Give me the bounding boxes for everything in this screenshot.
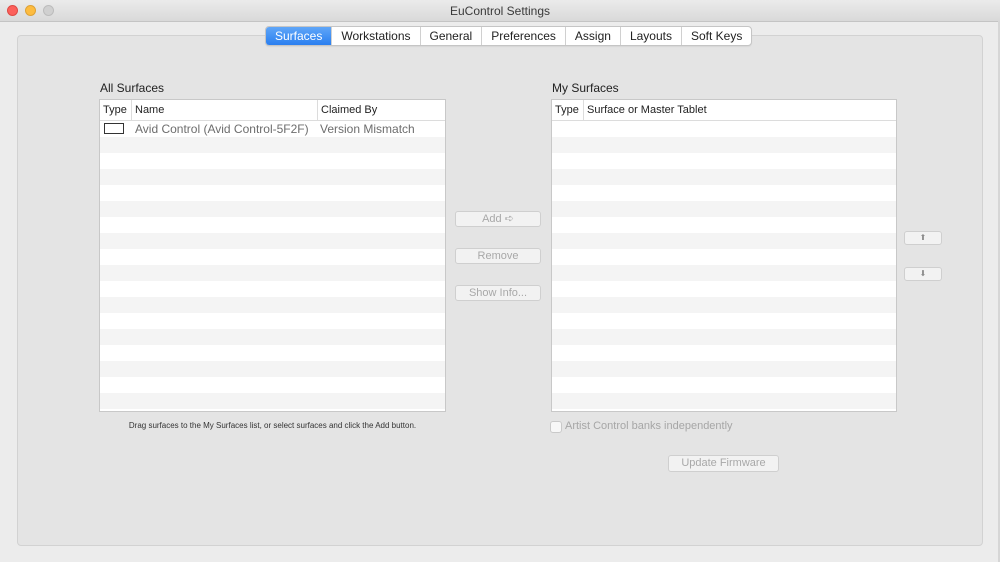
empty-table-row [552,345,896,361]
tab-workstations[interactable]: Workstations [331,27,419,45]
empty-table-row [100,297,445,313]
table-row[interactable]: Avid Control (Avid Control-5F2F) Version… [100,121,445,137]
all-surfaces-rows: Avid Control (Avid Control-5F2F) Version… [100,121,445,411]
empty-table-row [100,217,445,233]
tab-general[interactable]: General [419,27,482,45]
empty-table-row [100,313,445,329]
drag-hint-text: Drag surfaces to the My Surfaces list, o… [128,421,417,430]
tab-preferences[interactable]: Preferences [481,27,565,45]
tab-soft-keys[interactable]: Soft Keys [680,27,751,45]
move-down-button[interactable]: ⬇ [904,267,942,281]
empty-table-row [552,409,896,411]
empty-table-row [552,201,896,217]
empty-table-row [100,249,445,265]
empty-table-row [100,377,445,393]
column-name-header[interactable]: Name [132,100,318,120]
tab-layouts[interactable]: Layouts [619,27,681,45]
my-surfaces-table[interactable]: Type Surface or Master Tablet [551,99,897,412]
empty-table-row [552,153,896,169]
tab-bar: Surfaces Workstations General Preference… [265,26,753,46]
empty-table-row [552,137,896,153]
move-up-button[interactable]: ⬆ [904,231,942,245]
empty-table-row [100,393,445,409]
empty-table-row [552,249,896,265]
my-surfaces-heading: My Surfaces [552,81,619,95]
all-surfaces-heading: All Surfaces [100,81,165,95]
window-title: EuControl Settings [449,4,551,18]
update-firmware-button[interactable]: Update Firmware [668,455,779,472]
tab-assign[interactable]: Assign [564,27,620,45]
empty-table-row [100,281,445,297]
add-button[interactable]: Add ➪ [455,211,541,227]
all-surfaces-header: Type Name Claimed By [100,100,445,121]
empty-table-row [100,185,445,201]
my-surfaces-rows [552,121,896,411]
empty-table-row [100,329,445,345]
empty-table-row [552,265,896,281]
show-info-button[interactable]: Show Info... [455,285,541,301]
empty-table-row [100,361,445,377]
empty-table-row [100,153,445,169]
title-bar: EuControl Settings [0,0,1000,22]
empty-table-row [552,329,896,345]
surface-name: Avid Control (Avid Control-5F2F) [135,122,309,136]
empty-table-row [552,313,896,329]
claimed-by-value: Version Mismatch [320,122,415,136]
empty-table-row [552,393,896,409]
tab-surfaces[interactable]: Surfaces [266,27,332,45]
empty-table-row [552,297,896,313]
empty-table-row [552,185,896,201]
empty-table-row [100,233,445,249]
column-claimed-by-header[interactable]: Claimed By [318,100,445,120]
empty-table-row [552,233,896,249]
empty-table-row [552,361,896,377]
my-surfaces-header: Type Surface or Master Tablet [552,100,896,121]
empty-table-row [552,281,896,297]
column-surface-header[interactable]: Surface or Master Tablet [584,100,896,120]
empty-table-row [100,137,445,153]
empty-table-row [100,265,445,281]
remove-button[interactable]: Remove [455,248,541,264]
empty-table-row [100,409,445,411]
empty-table-row [552,217,896,233]
column-type-header[interactable]: Type [552,100,584,120]
empty-table-row [100,169,445,185]
all-surfaces-table[interactable]: Type Name Claimed By Avid Control (Avid … [99,99,446,412]
artist-control-banks-checkbox[interactable] [550,421,562,433]
empty-table-row [552,169,896,185]
column-type-header[interactable]: Type [100,100,132,120]
empty-table-row [100,201,445,217]
empty-table-row [100,345,445,361]
device-icon [104,123,124,134]
empty-table-row [552,121,896,137]
empty-table-row [552,377,896,393]
artist-control-banks-label: Artist Control banks independently [565,420,733,432]
